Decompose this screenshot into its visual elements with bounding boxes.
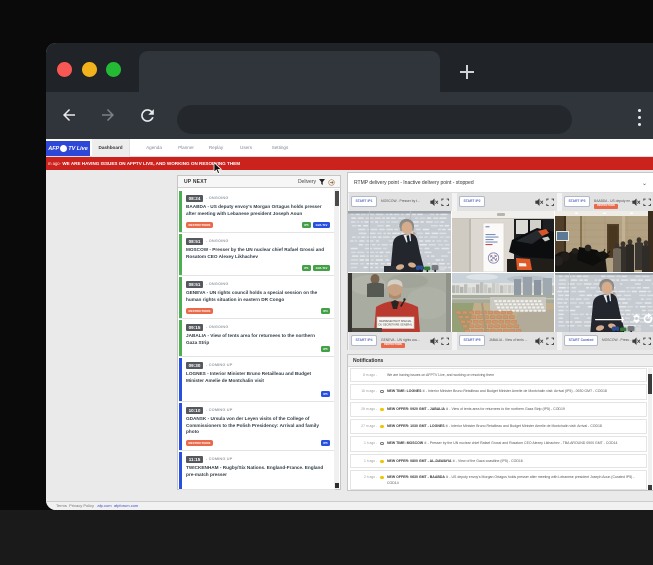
svg-text:DU SECRETAIRE GENERAL: DU SECRETAIRE GENERAL [379,323,414,327]
svg-text:REPRESENTANT SPECIAL: REPRESENTANT SPECIAL [379,319,412,323]
